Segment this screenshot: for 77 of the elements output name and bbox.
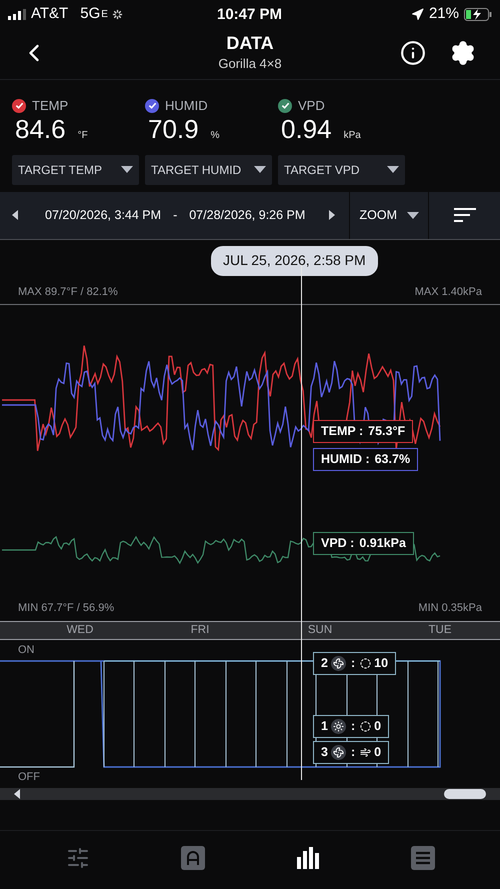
fan-icon bbox=[330, 656, 346, 671]
device-number: 1 bbox=[321, 718, 328, 736]
check-icon bbox=[148, 101, 156, 110]
device-value: 0 bbox=[374, 744, 382, 762]
info-button[interactable] bbox=[400, 40, 426, 66]
metric-value: 84.6 bbox=[15, 116, 66, 142]
checkbox[interactable] bbox=[145, 98, 159, 113]
caret-icon bbox=[254, 166, 266, 173]
page-subtitle: Gorilla 4×8 bbox=[218, 55, 282, 73]
max-left-label: MAX 89.7°F / 82.1% bbox=[18, 285, 118, 300]
scroll-left-icon[interactable] bbox=[14, 788, 20, 798]
day-label: WED bbox=[66, 622, 94, 638]
page-title: DATA bbox=[226, 32, 274, 54]
info-icon bbox=[400, 40, 426, 66]
metric-value: 0.94 bbox=[281, 116, 332, 142]
day-label: FRI bbox=[190, 622, 210, 638]
target-dropdown[interactable]: TARGET HUMID bbox=[145, 154, 272, 184]
right-triangle-icon bbox=[329, 210, 336, 220]
min-right-label: MIN 0.35kPa bbox=[418, 601, 482, 616]
battery-percent: 21% bbox=[428, 4, 459, 24]
scroll-thumb[interactable] bbox=[444, 788, 486, 798]
next-range-button[interactable] bbox=[329, 210, 336, 220]
reading-label: HUMID : bbox=[321, 451, 370, 468]
max-right-label: MAX 1.40kPa bbox=[414, 285, 482, 300]
caret-icon bbox=[387, 166, 399, 173]
left-triangle-icon bbox=[12, 210, 18, 220]
range-end: 07/28/2026, 9:26 PM bbox=[189, 206, 306, 224]
clock-time: 10:47 PM bbox=[217, 5, 282, 25]
sort-icon bbox=[454, 208, 476, 222]
fan-icon bbox=[330, 745, 346, 760]
check-icon bbox=[14, 101, 24, 110]
previous-range-button[interactable] bbox=[12, 210, 18, 220]
settings-button[interactable] bbox=[450, 40, 476, 66]
day-label: SUN bbox=[306, 622, 334, 638]
sun-icon bbox=[330, 719, 346, 734]
caret-icon bbox=[407, 212, 420, 218]
reading-value: 0.91kPa bbox=[359, 535, 406, 552]
separator-colon: : bbox=[350, 744, 356, 762]
metric-label: TEMP bbox=[32, 97, 68, 115]
range-separator: - bbox=[173, 206, 178, 224]
device-number: 3 bbox=[321, 744, 328, 762]
activity-icon bbox=[112, 8, 123, 20]
network-type: 5G bbox=[80, 4, 100, 24]
target-dropdown[interactable]: TARGET VPD bbox=[278, 154, 405, 184]
signal-icon bbox=[8, 8, 26, 20]
location-icon bbox=[410, 8, 424, 20]
metric-value: 70.9 bbox=[148, 116, 199, 142]
day-label: TUE bbox=[428, 622, 452, 638]
carrier: AT&T bbox=[31, 4, 68, 24]
metric-unit: % bbox=[210, 128, 220, 142]
metric-unit: °F bbox=[78, 128, 88, 142]
reading-label: TEMP : bbox=[321, 423, 364, 440]
reading-value: 75.3°F bbox=[368, 423, 406, 440]
reading-value: 63.7% bbox=[374, 451, 410, 468]
reading-label: VPD : bbox=[321, 535, 354, 552]
target-dropdown[interactable]: TARGET TEMP bbox=[12, 154, 139, 184]
separator-colon: : bbox=[350, 655, 356, 672]
battery-charging-icon bbox=[464, 8, 492, 20]
metric-unit: kPa bbox=[344, 128, 361, 142]
cursor-time-label: JUL 25, 2026, 2:58 PM bbox=[211, 246, 378, 276]
check-icon bbox=[280, 101, 290, 110]
checkbox[interactable] bbox=[278, 98, 292, 113]
range-start: 07/20/2026, 3:44 PM bbox=[45, 206, 162, 224]
separator-colon: : bbox=[350, 718, 356, 736]
off-label: OFF bbox=[18, 770, 40, 785]
metric-label: HUMID bbox=[165, 97, 208, 115]
on-label: ON bbox=[18, 642, 34, 658]
network-suffix: E bbox=[101, 8, 108, 22]
checkbox[interactable] bbox=[12, 98, 26, 113]
device-value: 0 bbox=[374, 718, 382, 736]
device-value: 10 bbox=[374, 655, 388, 672]
settings-icon bbox=[450, 40, 476, 66]
caret-icon bbox=[121, 166, 133, 173]
min-left-label: MIN 67.7°F / 56.9% bbox=[18, 601, 114, 616]
zoom-dropdown[interactable]: ZOOM bbox=[350, 192, 428, 238]
metric-label: VPD bbox=[298, 97, 325, 115]
device-number: 2 bbox=[321, 655, 328, 672]
